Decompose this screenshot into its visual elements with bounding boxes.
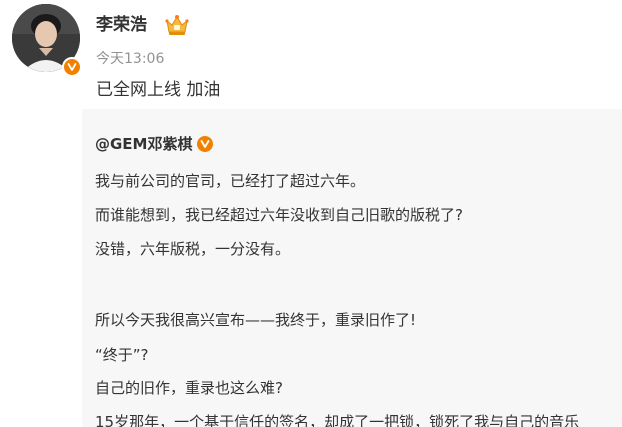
author-name[interactable]: 李荣浩 [96,15,147,35]
post-text: 已全网上线 加油 [96,80,221,100]
repost-line: 自己的旧作，重录也这么难? [95,379,283,397]
repost-line: 15岁那年，一个基于信任的签名，却成了一把锁，锁死了我与自己的音乐 [95,413,580,427]
post-timestamp[interactable]: 今天13:06 [96,50,164,68]
repost-line: 所以今天我很高兴宣布——我终于，重录旧作了! [95,311,417,329]
vip-crown-icon[interactable] [164,13,190,37]
repost-author-link[interactable]: @GEM邓紫棋 [95,133,193,155]
verified-badge-icon [62,57,82,77]
repost-verified-badge-icon [196,136,213,152]
repost-header: @GEM邓紫棋 [95,133,213,155]
repost-line: 我与前公司的官司，已经打了超过六年。 [95,172,366,190]
repost-container[interactable]: @GEM邓紫棋 我与前公司的官司，已经打了超过六年。 而谁能想到，我已经超过六年… [82,109,622,427]
repost-line: 而谁能想到，我已经超过六年没收到自己旧歌的版税了? [95,206,463,224]
repost-line: 没错，六年版税，一分没有。 [95,240,291,258]
repost-line: “终于”? [95,346,149,364]
